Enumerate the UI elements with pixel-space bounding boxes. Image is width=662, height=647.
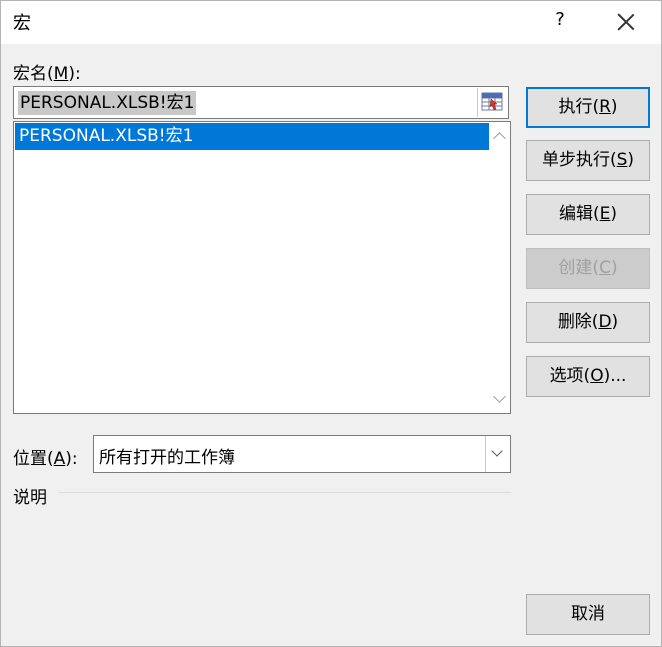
macro-name-input[interactable]: PERSONAL.XLSB!宏1: [13, 86, 509, 119]
chevron-down-icon[interactable]: [485, 436, 510, 472]
edit-button[interactable]: 编辑(E): [526, 194, 650, 235]
location-dropdown[interactable]: 所有打开的工作簿: [93, 435, 511, 473]
description-label: 说明: [13, 488, 47, 508]
macro-picker-icon[interactable]: [477, 88, 507, 117]
macro-name-label: 宏名(M):: [13, 64, 81, 84]
macro-dialog: 宏 ? 宏名(M): PERSONAL.XLSB!宏1 PERSONAL.XLS…: [0, 0, 662, 647]
step-into-button[interactable]: 单步执行(S): [526, 140, 650, 181]
create-button[interactable]: 创建(C): [526, 248, 650, 289]
delete-button[interactable]: 删除(D): [526, 302, 650, 343]
list-scrollbar[interactable]: [490, 122, 510, 413]
scroll-down-icon[interactable]: [493, 390, 506, 403]
cancel-button[interactable]: 取消: [526, 594, 650, 635]
location-label: 位置(A):: [13, 449, 78, 469]
dialog-title: 宏: [13, 13, 31, 34]
description-divider: [59, 492, 511, 493]
list-item[interactable]: PERSONAL.XLSB!宏1: [15, 123, 489, 150]
macro-name-value: PERSONAL.XLSB!宏1: [18, 91, 197, 115]
options-button[interactable]: 选项(O)...: [526, 356, 650, 397]
scroll-up-icon[interactable]: [493, 132, 506, 145]
macro-listbox[interactable]: PERSONAL.XLSB!宏1: [13, 121, 511, 414]
title-bar: 宏 ?: [1, 1, 661, 44]
help-button[interactable]: ?: [550, 9, 570, 30]
run-button[interactable]: 执行(R): [526, 87, 650, 128]
close-icon[interactable]: [611, 9, 641, 35]
location-value: 所有打开的工作簿: [99, 448, 235, 468]
